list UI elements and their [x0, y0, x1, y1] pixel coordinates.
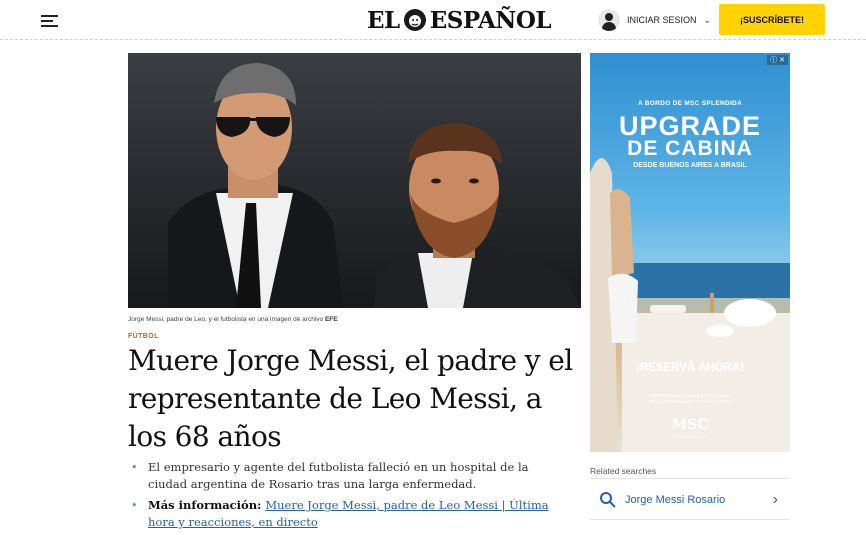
ad-title-line2: DE CABINA — [627, 137, 753, 160]
search-icon — [600, 492, 616, 508]
advertisement[interactable]: ⓘ ✕ A BORDO DE MSC SPLENDIDA UPGRADE DE … — [590, 53, 790, 452]
related-search-item[interactable]: Jorge Messi Rosario › — [590, 485, 790, 515]
hero-photo — [128, 53, 581, 308]
subscribe-button[interactable]: ¡SUSCRÍBETE! — [719, 4, 825, 35]
ad-fine-print-line2: APLICAN TÉRMINOS Y CONDICIONES — [649, 399, 731, 404]
related-search-label: Jorge Messi Rosario — [625, 494, 726, 506]
top-bar: EL ESPAÑOL INICIAR SESION ⌄ ¡SUSCRÍBETE! — [0, 0, 866, 40]
logo-text-espanol: ESPAÑOL — [429, 6, 552, 34]
more-info-item: Más información:Muere Jorge Messi, padre… — [128, 497, 568, 531]
summary-text: El empresario y agente del futbolista fa… — [148, 460, 529, 491]
caption-text: Jorge Messi, padre de Leo, y el futbolis… — [128, 316, 324, 323]
image-caption: Jorge Messi, padre de Leo, y el futbolis… — [128, 316, 338, 323]
ad-choices-icon[interactable]: ⓘ ✕ — [767, 55, 788, 65]
related-searches-heading: Related searches — [590, 466, 657, 476]
ad-subtitle: DESDE BUENOS AIRES A BRASIL — [633, 162, 747, 169]
related-divider — [590, 478, 790, 479]
ad-brand-sub: CRUCEROS — [672, 434, 708, 439]
summary-item: El empresario y agente del futbolista fa… — [128, 459, 568, 493]
logo-text-el: EL — [367, 6, 400, 34]
ad-fine-print: OFERTA VÁLIDA HASTA EL 31/08/2024. APLIC… — [590, 393, 790, 405]
login-menu[interactable]: INICIAR SESION ⌄ — [598, 9, 711, 31]
user-icon — [598, 9, 620, 31]
ad-brand: MSC — [671, 417, 709, 433]
chevron-down-icon: ⌄ — [703, 14, 712, 25]
more-info-label: Más información: — [148, 498, 262, 512]
site-logo[interactable]: EL ESPAÑOL — [367, 6, 552, 34]
caption-credit: EFE — [324, 316, 338, 323]
hamburger-menu-icon[interactable] — [41, 15, 58, 27]
section-label[interactable]: FÚTBOL — [128, 333, 159, 340]
login-label: INICIAR SESION — [627, 15, 697, 25]
chevron-right-icon: › — [772, 491, 778, 508]
ad-cta[interactable]: ¡RESERVÁ AHORA! — [590, 362, 790, 374]
article-summary-list: El empresario y agente del futbolista fa… — [128, 459, 568, 535]
article-hero-image — [128, 53, 581, 308]
article-headline: Muere Jorge Messi, el padre y el represe… — [128, 344, 573, 453]
related-divider-bottom — [590, 519, 790, 520]
lion-logo-icon — [403, 9, 426, 31]
ad-kicker: A BORDO DE MSC SPLENDIDA — [637, 100, 743, 107]
